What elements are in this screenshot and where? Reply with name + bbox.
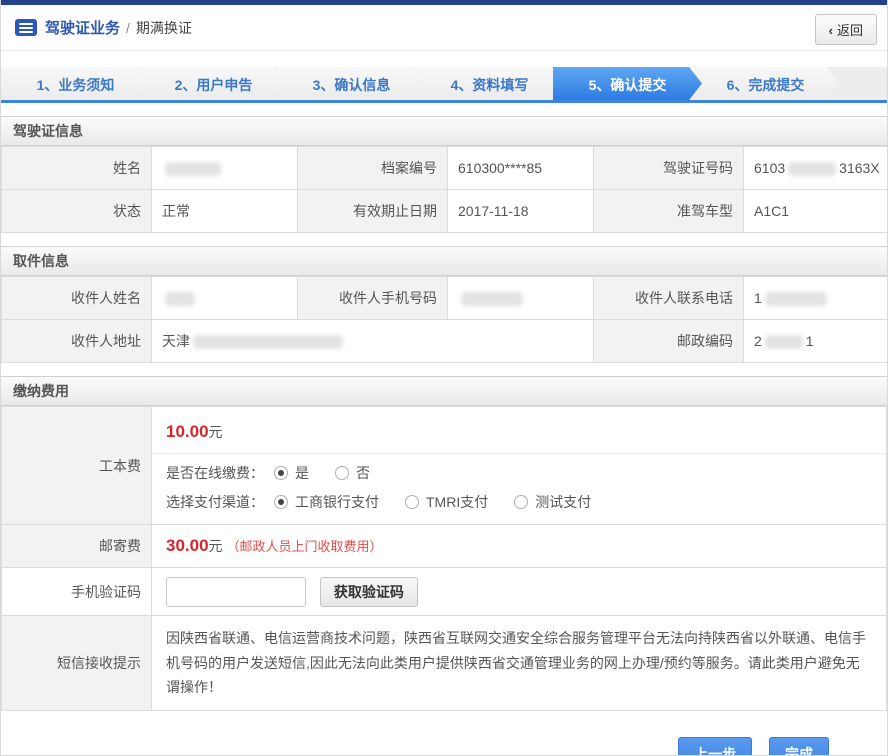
table-row: 姓名 档案编号 610300****85 驾驶证号码 61033163X [2, 147, 888, 190]
section-title-license: 驾驶证信息 [1, 116, 887, 146]
list-icon [15, 19, 37, 36]
mail-fee-row: 邮寄费 30.00元（邮政人员上门收取费用） [2, 525, 887, 568]
mail-fee-label: 邮寄费 [2, 525, 152, 568]
mail-fee-note: （邮政人员上门收取费用） [227, 539, 383, 554]
sms-tip-row: 短信接收提示 因陕西省联通、电信运营商技术问题，陕西省互联网交通安全综合服务管理… [2, 616, 887, 711]
fees-table: 工本费 10.00元 是否在线缴费： 是 否 选择支付渠道： 工商银行支付 TM… [1, 406, 887, 711]
file-no-value: 610300****85 [448, 147, 594, 190]
radio-channel-tmri[interactable]: TMRI支付 [405, 492, 488, 512]
radio-channel-icbc[interactable]: 工商银行支付 [274, 492, 379, 512]
card-fee-cell: 10.00元 是否在线缴费： 是 否 选择支付渠道： 工商银行支付 TMRI支付… [152, 407, 887, 525]
table-row: 收件人地址 天津 邮政编码 21 [2, 320, 888, 363]
redacted-address [193, 335, 343, 349]
finish-button[interactable]: 完成 [769, 737, 829, 756]
back-button-label: 返回 [837, 23, 863, 38]
mail-fee-cell: 30.00元（邮政人员上门收取费用） [152, 525, 887, 568]
recipient-phone-label: 收件人联系电话 [594, 277, 744, 320]
header: 驾驶证业务 / 期满换证 ‹ 返回 [1, 5, 887, 51]
mail-fee-amount: 30.00 [166, 536, 209, 555]
address-label: 收件人地址 [2, 320, 152, 363]
step-wizard: 1、业务须知 2、用户申告 3、确认信息 4、资料填写 5、确认提交 6、完成提… [1, 67, 887, 103]
back-button[interactable]: ‹ 返回 [815, 14, 877, 45]
vehicle-class-label: 准驾车型 [594, 190, 744, 233]
step-5-confirm-submit[interactable]: 5、确认提交 [553, 67, 702, 100]
fees-section: 缴纳费用 工本费 10.00元 是否在线缴费： 是 否 选择支付渠道： 工 [1, 376, 887, 711]
table-row: 收件人姓名 收件人手机号码 收件人联系电话 1 [2, 277, 888, 320]
get-code-button[interactable]: 获取验证码 [320, 577, 418, 607]
recipient-name-value [152, 277, 298, 320]
radio-unselected-icon [335, 466, 349, 480]
radio-selected-icon [274, 495, 288, 509]
sms-code-row: 手机验证码 获取验证码 [2, 568, 887, 616]
name-value [152, 147, 298, 190]
sms-tip-text: 因陕西省联通、电信运营商技术问题，陕西省互联网交通安全综合服务管理平台无法向持陕… [152, 616, 887, 711]
file-no-label: 档案编号 [298, 147, 448, 190]
recipient-mobile-value [448, 277, 594, 320]
page-title: 驾驶证业务 [45, 17, 120, 38]
card-fee-row: 工本费 10.00元 是否在线缴费： 是 否 选择支付渠道： 工商银行支付 TM… [2, 407, 887, 525]
license-no-label: 驾驶证号码 [594, 147, 744, 190]
name-label: 姓名 [2, 147, 152, 190]
status-label: 状态 [2, 190, 152, 233]
recipient-name-label: 收件人姓名 [2, 277, 152, 320]
license-info-table: 姓名 档案编号 610300****85 驾驶证号码 61033163X 状态 … [1, 146, 888, 233]
table-row: 状态 正常 有效期止日期 2017-11-18 准驾车型 A1C1 [2, 190, 888, 233]
license-info-section: 驾驶证信息 姓名 档案编号 610300****85 驾驶证号码 6103316… [1, 116, 887, 233]
step-4-fill-data[interactable]: 4、资料填写 [415, 67, 564, 100]
previous-step-button[interactable]: 上一步 [678, 737, 752, 756]
sms-code-label: 手机验证码 [2, 568, 152, 616]
redacted-postcode [765, 335, 803, 349]
radio-online-yes[interactable]: 是 [274, 463, 309, 483]
radio-online-no[interactable]: 否 [335, 463, 370, 483]
card-fee-amount: 10.00 [166, 422, 209, 441]
radio-channel-test[interactable]: 测试支付 [514, 492, 591, 512]
radio-selected-icon [274, 466, 288, 480]
pay-channel-label: 选择支付渠道： [166, 492, 264, 512]
postcode-value: 21 [744, 320, 888, 363]
pickup-info-section: 取件信息 收件人姓名 收件人手机号码 收件人联系电话 1 收件人地址 天津 邮政… [1, 246, 887, 363]
recipient-phone-value: 1 [744, 277, 888, 320]
footer-actions: 上一步 完成 [1, 737, 887, 756]
step-6-finish-submit[interactable]: 6、完成提交 [691, 67, 840, 100]
redacted-phone [765, 292, 827, 306]
pickup-info-table: 收件人姓名 收件人手机号码 收件人联系电话 1 收件人地址 天津 邮政编码 21 [1, 276, 888, 363]
card-fee-label: 工本费 [2, 407, 152, 525]
vehicle-class-value: A1C1 [744, 190, 888, 233]
status-value: 正常 [152, 190, 298, 233]
redacted-recipient-name [165, 292, 195, 306]
license-no-value: 61033163X [744, 147, 888, 190]
online-pay-group: 是否在线缴费： 是 否 [152, 454, 886, 483]
recipient-mobile-label: 收件人手机号码 [298, 277, 448, 320]
radio-unselected-icon [514, 495, 528, 509]
radio-unselected-icon [405, 495, 419, 509]
section-title-pickup: 取件信息 [1, 246, 887, 276]
sms-tip-label: 短信接收提示 [2, 616, 152, 711]
breadcrumb-separator: / [126, 20, 130, 36]
expiry-value: 2017-11-18 [448, 190, 594, 233]
step-2-user-declaration[interactable]: 2、用户申告 [139, 67, 288, 100]
card-fee-amount-line: 10.00元 [152, 407, 886, 454]
chevron-left-icon: ‹ [829, 23, 833, 38]
page: 驾驶证业务 / 期满换证 ‹ 返回 1、业务须知 2、用户申告 3、确认信息 4、… [0, 0, 888, 756]
postcode-label: 邮政编码 [594, 320, 744, 363]
sms-code-cell: 获取验证码 [152, 568, 887, 616]
redacted-mobile [461, 292, 523, 306]
step-3-confirm-info[interactable]: 3、确认信息 [277, 67, 426, 100]
address-value: 天津 [152, 320, 594, 363]
online-pay-label: 是否在线缴费： [166, 463, 264, 483]
expiry-label: 有效期止日期 [298, 190, 448, 233]
pay-channel-group: 选择支付渠道： 工商银行支付 TMRI支付 测试支付 [152, 483, 886, 524]
section-title-fees: 缴纳费用 [1, 376, 887, 406]
redacted-name [165, 162, 221, 176]
breadcrumb-current: 期满换证 [136, 18, 192, 38]
step-1-business-notice[interactable]: 1、业务须知 [1, 67, 150, 100]
redacted-license-no [788, 162, 836, 176]
sms-code-input[interactable] [166, 577, 306, 607]
